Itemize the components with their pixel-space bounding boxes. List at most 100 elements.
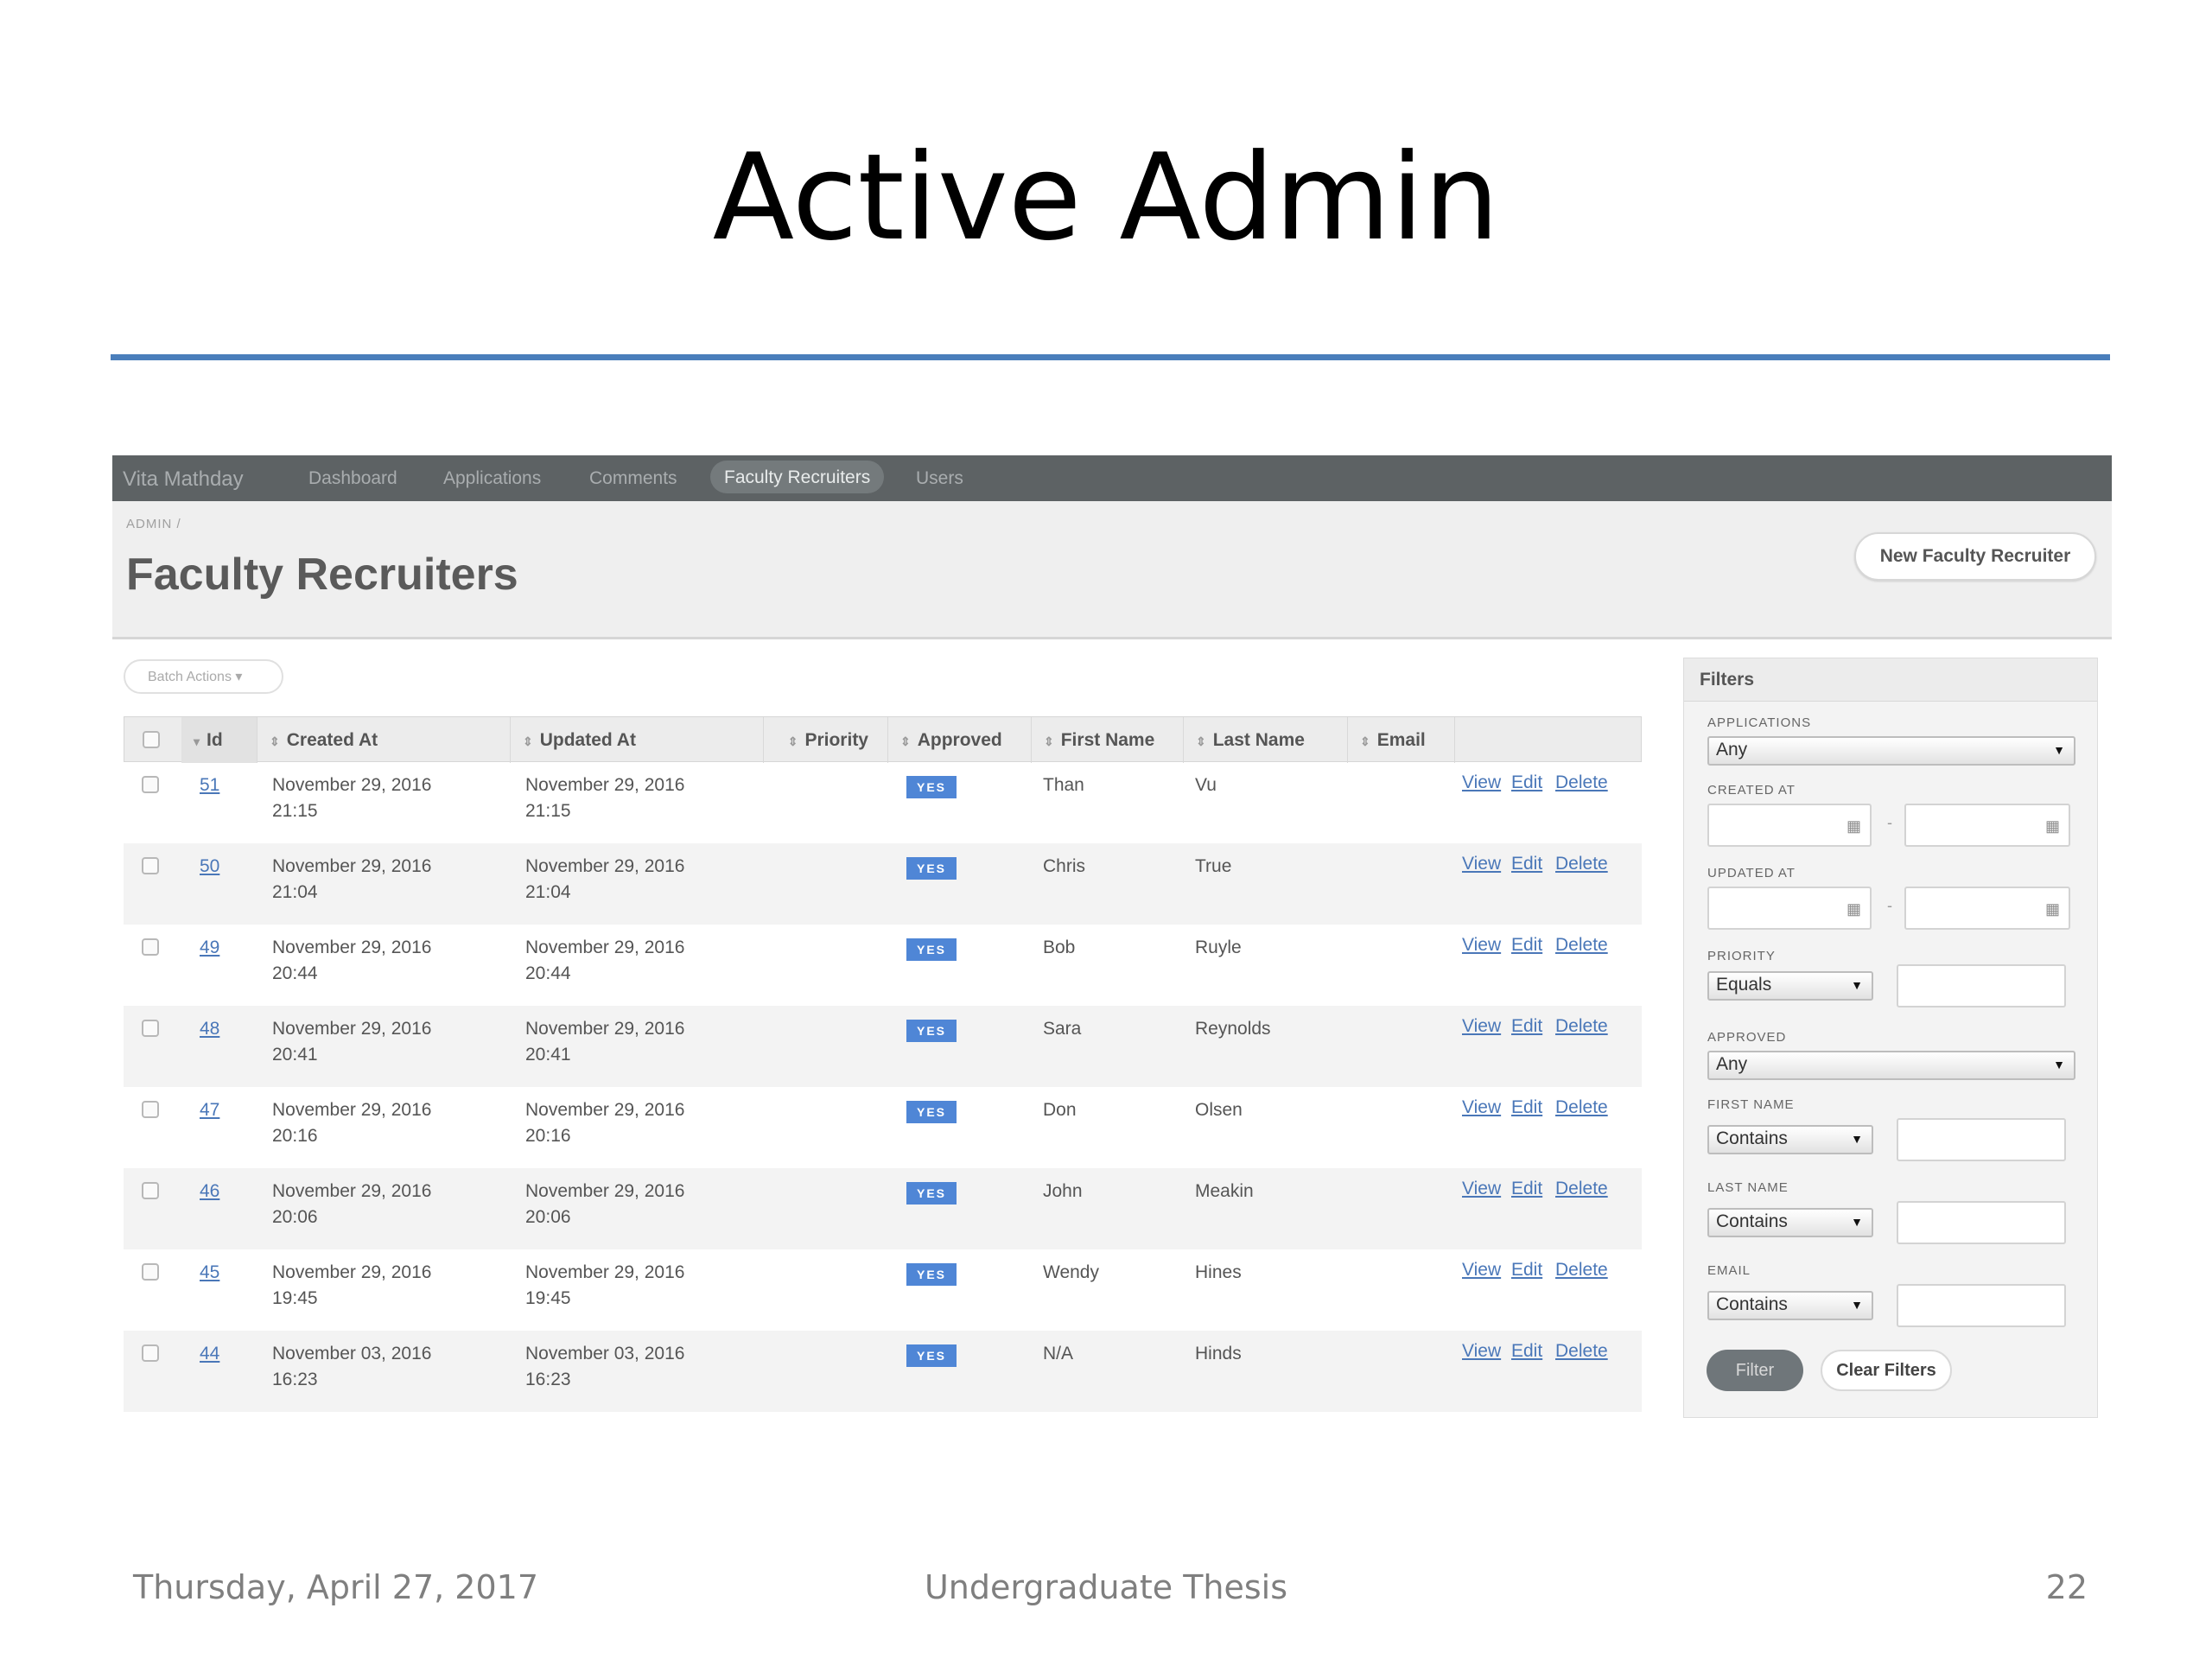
updated-time: 20:44 <box>525 963 571 983</box>
column-header-first-name[interactable]: ⇕ First Name <box>1032 717 1184 763</box>
first-name: N/A <box>1043 1344 1074 1363</box>
last-name: Reynolds <box>1195 1019 1271 1039</box>
record-id-link[interactable]: 47 <box>200 1097 219 1123</box>
edit-link[interactable]: Edit <box>1511 1260 1542 1281</box>
column-header-updated-at[interactable]: ⇕ Updated At <box>511 717 764 763</box>
updated-time: 20:16 <box>525 1126 571 1146</box>
updated-date: November 29, 2016 <box>525 775 685 795</box>
calendar-icon[interactable]: ▦ <box>1847 817 1861 836</box>
updated-at-from-input[interactable]: ▦ <box>1707 887 1872 930</box>
updated-time: 16:23 <box>525 1370 571 1389</box>
row-checkbox[interactable] <box>142 938 159 956</box>
dropdown-arrow-icon: ▼ <box>2053 743 2065 757</box>
delete-link[interactable]: Delete <box>1555 854 1608 874</box>
record-id-link[interactable]: 46 <box>200 1179 219 1205</box>
page-number: 22 <box>2045 1568 2088 1606</box>
delete-link[interactable]: Delete <box>1555 1097 1608 1118</box>
breadcrumb[interactable]: ADMIN / <box>126 517 181 531</box>
delete-link[interactable]: Delete <box>1555 1341 1608 1362</box>
record-id-link[interactable]: 50 <box>200 854 219 880</box>
delete-link[interactable]: Delete <box>1555 772 1608 793</box>
new-faculty-recruiter-button[interactable]: New Faculty Recruiter <box>1854 532 2096 581</box>
created-time: 20:06 <box>272 1207 318 1227</box>
view-link[interactable]: View <box>1462 772 1501 793</box>
approved-badge: YES <box>906 1101 957 1123</box>
filter-button[interactable]: Filter <box>1707 1350 1803 1391</box>
first-name: Sara <box>1043 1019 1082 1039</box>
row-checkbox[interactable] <box>142 1182 159 1199</box>
view-link[interactable]: View <box>1462 854 1501 874</box>
nav-users[interactable]: Users <box>916 468 963 489</box>
record-id-link[interactable]: 45 <box>200 1260 219 1286</box>
edit-link[interactable]: Edit <box>1511 935 1542 956</box>
row-checkbox[interactable] <box>142 1020 159 1037</box>
created-date: November 29, 2016 <box>272 775 432 795</box>
select-all-checkbox[interactable] <box>143 731 160 748</box>
edit-link[interactable]: Edit <box>1511 1341 1542 1362</box>
first-name: Wendy <box>1043 1262 1099 1282</box>
column-header-created-at[interactable]: ⇕ Created At <box>257 717 511 763</box>
record-id-link[interactable]: 48 <box>200 1016 219 1042</box>
updated-date: November 29, 2016 <box>525 938 685 957</box>
column-header-id[interactable]: ▾ Id <box>181 717 257 763</box>
view-link[interactable]: View <box>1462 935 1501 956</box>
batch-actions-button[interactable]: Batch Actions ▾ <box>124 659 283 694</box>
column-header-email[interactable]: ⇕ Email <box>1348 717 1455 763</box>
approved-filter-select[interactable]: Any ▼ <box>1707 1051 2075 1080</box>
edit-link[interactable]: Edit <box>1511 1016 1542 1037</box>
created-time: 21:15 <box>272 801 318 821</box>
edit-link[interactable]: Edit <box>1511 854 1542 874</box>
edit-link[interactable]: Edit <box>1511 1097 1542 1118</box>
nav-faculty-recruiters[interactable]: Faculty Recruiters <box>710 461 885 493</box>
email-filter-input[interactable] <box>1897 1284 2066 1327</box>
record-id-link[interactable]: 51 <box>200 772 219 798</box>
first-name-filter-input[interactable] <box>1897 1118 2066 1161</box>
record-id-link[interactable]: 49 <box>200 935 219 961</box>
first-name: John <box>1043 1181 1083 1201</box>
nav-comments[interactable]: Comments <box>589 468 677 489</box>
delete-link[interactable]: Delete <box>1555 1260 1608 1281</box>
last-name: Meakin <box>1195 1181 1254 1201</box>
view-link[interactable]: View <box>1462 1341 1501 1362</box>
view-link[interactable]: View <box>1462 1260 1501 1281</box>
view-link[interactable]: View <box>1462 1016 1501 1037</box>
priority-filter-input[interactable] <box>1897 964 2066 1007</box>
updated-at-to-input[interactable]: ▦ <box>1904 887 2070 930</box>
column-header-last-name[interactable]: ⇕ Last Name <box>1184 717 1348 763</box>
email-filter-select[interactable]: Contains ▼ <box>1707 1291 1873 1320</box>
column-header-priority[interactable]: ⇕ Priority <box>764 717 888 763</box>
delete-link[interactable]: Delete <box>1555 1179 1608 1199</box>
row-checkbox[interactable] <box>142 776 159 793</box>
last-name-filter-input[interactable] <box>1897 1201 2066 1244</box>
delete-link[interactable]: Delete <box>1555 935 1608 956</box>
view-link[interactable]: View <box>1462 1179 1501 1199</box>
record-id-link[interactable]: 44 <box>200 1341 219 1367</box>
dropdown-arrow-icon: ▼ <box>1851 1132 1863 1146</box>
created-at-from-input[interactable]: ▦ <box>1707 804 1872 847</box>
priority-filter-label: PRIORITY <box>1707 949 1776 963</box>
nav-dashboard[interactable]: Dashboard <box>308 468 397 489</box>
row-checkbox[interactable] <box>142 857 159 874</box>
created-date: November 29, 2016 <box>272 856 432 876</box>
priority-filter-select[interactable]: Equals ▼ <box>1707 971 1873 1001</box>
applications-filter-select[interactable]: Any ▼ <box>1707 736 2075 766</box>
row-checkbox[interactable] <box>142 1344 159 1362</box>
view-link[interactable]: View <box>1462 1097 1501 1118</box>
column-header-approved[interactable]: ⇕ Approved <box>888 717 1032 763</box>
calendar-icon[interactable]: ▦ <box>2045 900 2060 918</box>
edit-link[interactable]: Edit <box>1511 772 1542 793</box>
last-name-filter-select[interactable]: Contains ▼ <box>1707 1208 1873 1237</box>
edit-link[interactable]: Edit <box>1511 1179 1542 1199</box>
updated-time: 20:41 <box>525 1045 571 1065</box>
clear-filters-button[interactable]: Clear Filters <box>1821 1350 1952 1391</box>
delete-link[interactable]: Delete <box>1555 1016 1608 1037</box>
first-name-filter-select[interactable]: Contains ▼ <box>1707 1125 1873 1154</box>
created-time: 20:16 <box>272 1126 318 1146</box>
calendar-icon[interactable]: ▦ <box>2045 817 2060 836</box>
site-brand[interactable]: Vita Mathday <box>123 467 244 492</box>
created-at-to-input[interactable]: ▦ <box>1904 804 2070 847</box>
row-checkbox[interactable] <box>142 1263 159 1281</box>
nav-applications[interactable]: Applications <box>443 468 541 489</box>
row-checkbox[interactable] <box>142 1101 159 1118</box>
calendar-icon[interactable]: ▦ <box>1847 900 1861 918</box>
